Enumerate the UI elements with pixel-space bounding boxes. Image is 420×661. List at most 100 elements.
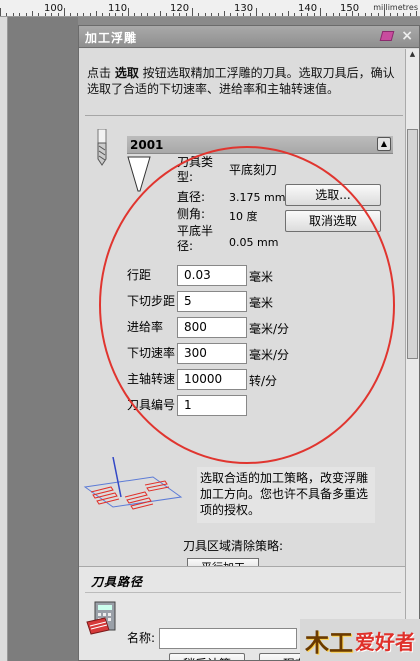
ruler-tick: [307, 13, 309, 16]
ruler-tick: [185, 13, 187, 16]
ruler-tick: [281, 13, 283, 16]
ruler-tick: [236, 13, 238, 16]
watermark-part: 木工: [305, 627, 353, 657]
calculate-later-button[interactable]: 稍后计算: [169, 653, 245, 660]
ruler-tick: [243, 13, 245, 16]
ruler-tick: [409, 13, 411, 16]
watermark-part: 爱好者: [355, 629, 415, 654]
panel-scrollbar[interactable]: ▲: [405, 49, 419, 660]
tool-number-input[interactable]: 1: [177, 395, 247, 416]
ruler-tick: [25, 13, 27, 16]
ruler-tick: [128, 8, 129, 16]
spindle-speed-input[interactable]: 10000: [177, 369, 247, 390]
ruler-tick: [0, 8, 1, 16]
flat-radius-value: 0.05 mm: [229, 236, 279, 249]
relief-machining-panel: 加工浮雕 × 点击 选取 按钮选取精加工浮雕的刀具。选取刀具后，确认选取了合适的…: [78, 25, 420, 661]
vertical-ruler: [0, 17, 8, 661]
ruler-tick: [403, 13, 405, 16]
strategy-description: 选取合适的加工策略，改变浮雕加工方向。您也许不具备多重选项的授权。: [197, 467, 375, 523]
ruler-tick: [390, 13, 392, 16]
ruler-tick: [352, 11, 353, 16]
scrollbar-thumb[interactable]: [407, 129, 418, 359]
ruler-tick: [288, 11, 289, 16]
ruler-tick: [192, 8, 193, 16]
ruler-tick: [224, 11, 225, 16]
intro-button-name: 选取: [114, 66, 139, 80]
tool-type-value: 平底刻刀: [229, 163, 278, 177]
ruler-tick: [358, 13, 360, 16]
ruler-tick: [320, 8, 321, 16]
stepover-unit: 毫米: [249, 270, 274, 284]
pin-icon[interactable]: [379, 31, 395, 41]
ruler-tick: [6, 13, 8, 16]
ruler-tick: [377, 13, 379, 16]
spindle-speed-unit: 转/分: [249, 374, 278, 388]
ruler-tick: [339, 13, 341, 16]
feed-rate-unit: 毫米/分: [249, 322, 290, 336]
ruler-tick: [268, 13, 270, 16]
ruler-tick: [70, 13, 72, 16]
ruler-tick: [140, 13, 142, 16]
ruler-tick: [166, 13, 168, 16]
ruler-tick: [102, 13, 104, 16]
ruler-tick: [371, 13, 373, 16]
feed-rate-label: 进给率: [127, 320, 164, 334]
clear-strategy-label: 刀具区域清除策略:: [183, 539, 284, 553]
ruler-tick: [115, 13, 117, 16]
ruler-tick: [256, 8, 257, 16]
diameter-value: 3.175 mm: [229, 191, 286, 204]
ruler-tick: [134, 13, 136, 16]
collapse-button[interactable]: ▲: [377, 137, 391, 151]
flat-radius-label: 平底半径:: [177, 224, 214, 253]
ruler-tick: [294, 13, 296, 16]
separator: [85, 592, 401, 593]
canvas-area: [0, 17, 78, 661]
ruler-tick: [217, 13, 219, 16]
raster-strategy-icon: [83, 457, 183, 510]
feed-rate-input[interactable]: 800: [177, 317, 247, 338]
ruler-tick: [147, 13, 149, 16]
ruler-tick: [262, 13, 264, 16]
ruler-tick: [83, 13, 85, 16]
plunge-rate-unit: 毫米/分: [249, 348, 290, 362]
ruler-tick: [96, 11, 97, 16]
ruler-tick: [160, 11, 161, 16]
plunge-rate-label: 下切速率: [127, 346, 176, 360]
intro-text: 点击 选取 按钮选取精加工浮雕的刀具。选取刀具后，确认选取了合适的下切速率、进给…: [87, 65, 402, 97]
ruler-tick: [211, 13, 213, 16]
ruler-tick: [153, 13, 155, 16]
separator: [85, 115, 403, 116]
watermark-logo: 木工 爱好者: [300, 619, 420, 661]
select-tool-button[interactable]: 选取...: [285, 184, 381, 206]
tool-profile-icon: [127, 156, 151, 192]
intro-part: 点击: [87, 66, 115, 80]
toolpath-name-input[interactable]: [159, 628, 297, 649]
stepover-input[interactable]: 0.03: [177, 265, 247, 286]
deselect-tool-button[interactable]: 取消选取: [285, 210, 381, 232]
stepover-label: 行距: [127, 268, 152, 282]
calculator-icon: [86, 601, 116, 635]
ruler-tick: [275, 13, 277, 16]
ruler-tick: [121, 13, 123, 16]
ruler-tick: [384, 8, 385, 16]
end-mill-icon: [97, 129, 107, 166]
ruler-tick: [230, 13, 232, 16]
stepdown-input[interactable]: 5: [177, 291, 247, 312]
ruler-tick: [249, 13, 251, 16]
ruler-tick: [172, 13, 174, 16]
ruler-tick: [313, 13, 315, 16]
ruler-tick: [12, 13, 14, 16]
ruler-label: 100: [44, 3, 64, 14]
ruler-label: 150: [340, 3, 360, 14]
close-icon[interactable]: ×: [401, 28, 413, 44]
panel-titlebar: 加工浮雕 ×: [79, 26, 419, 48]
tool-header: 2001 ▲: [127, 136, 393, 154]
plunge-rate-input[interactable]: 300: [177, 343, 247, 364]
ruler-tick: [64, 8, 65, 16]
ruler-tick: [38, 13, 40, 16]
side-angle-value: 10 度: [229, 210, 258, 223]
ruler-tick: [108, 13, 110, 16]
stepdown-unit: 毫米: [249, 296, 274, 310]
scroll-up-icon[interactable]: ▲: [407, 49, 418, 60]
horizontal-ruler: 100 110 120 130 140 150 millimetres: [0, 0, 420, 17]
